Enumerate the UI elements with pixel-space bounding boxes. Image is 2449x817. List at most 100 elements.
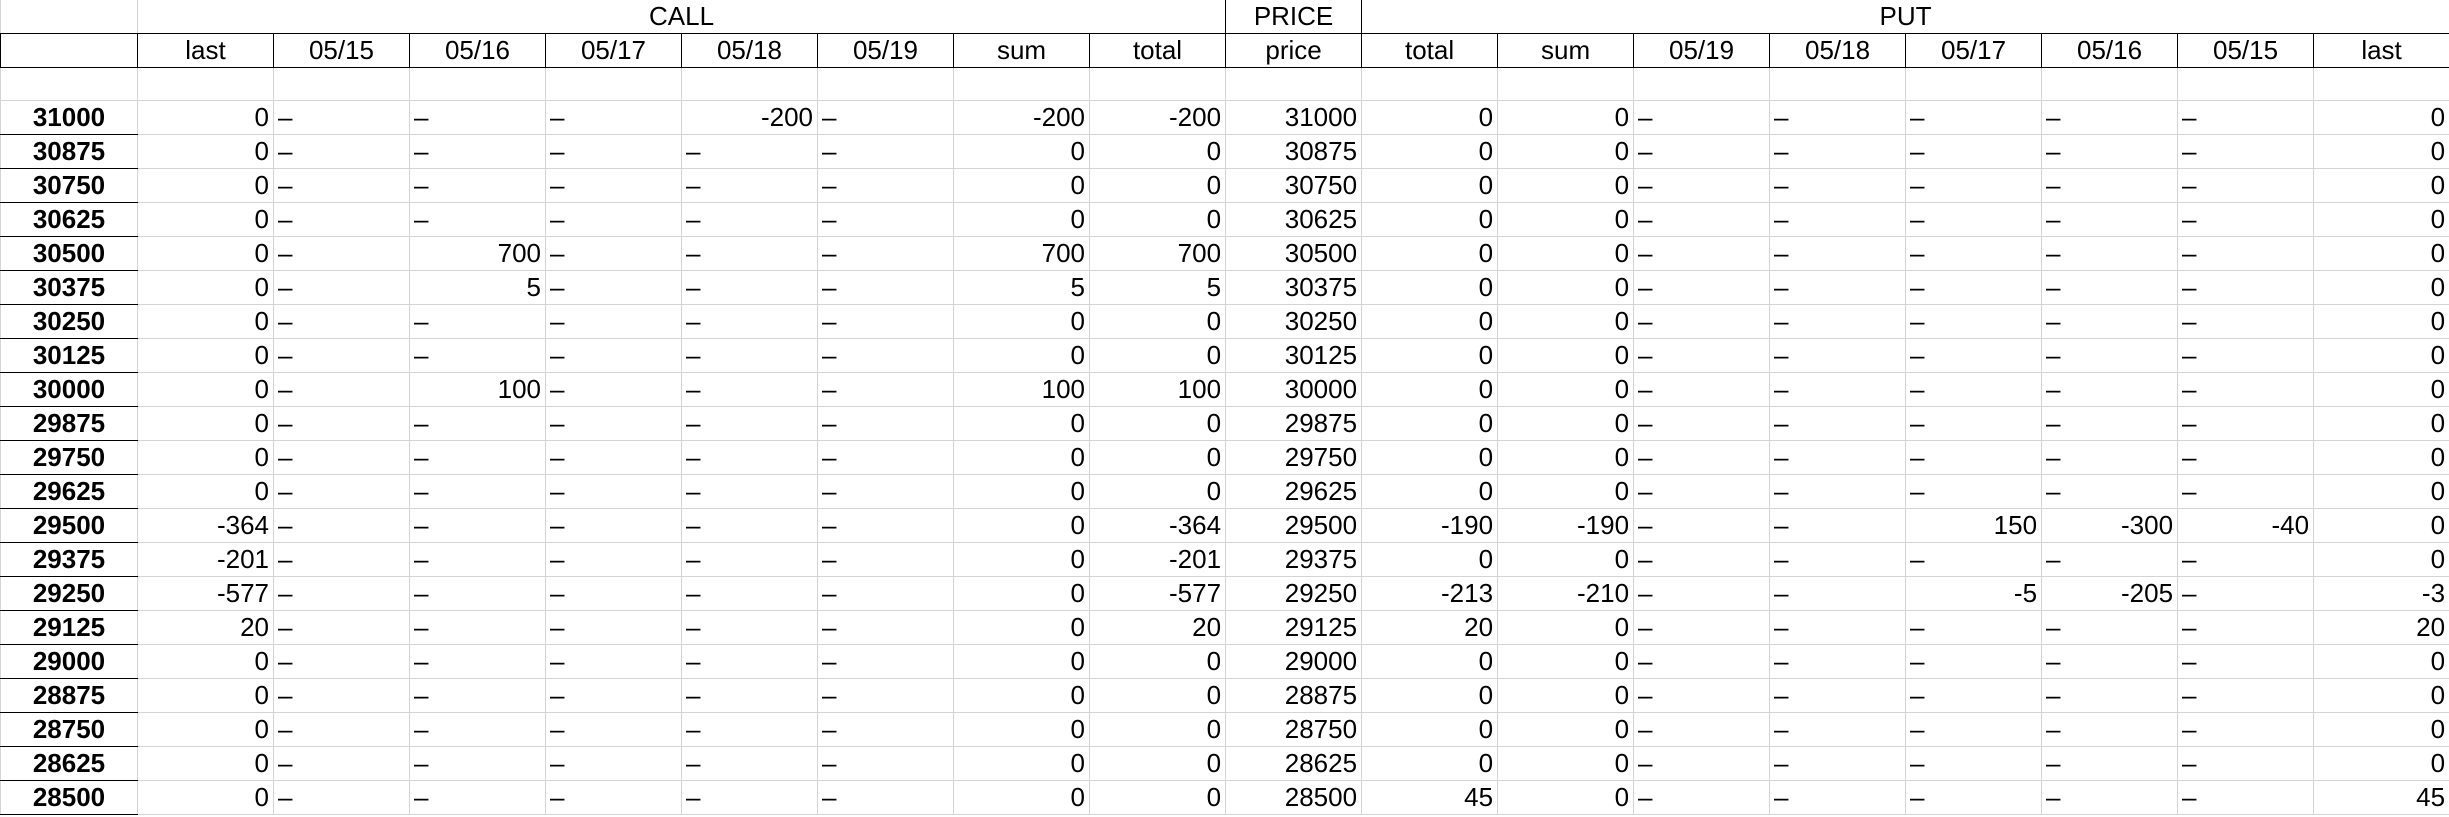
table-cell[interactable]: 0	[1361, 542, 1499, 577]
table-cell[interactable]: –	[545, 270, 682, 305]
table-cell[interactable]: –	[273, 270, 410, 305]
column-header[interactable]: 05/15	[2177, 33, 2315, 68]
table-cell[interactable]: –	[681, 576, 818, 611]
table-cell[interactable]: 0	[1361, 406, 1499, 441]
table-cell[interactable]: –	[545, 236, 682, 271]
table-cell[interactable]: –	[273, 100, 410, 135]
table-cell[interactable]: –	[2177, 270, 2315, 305]
price-cell[interactable]: 28750	[1225, 712, 1363, 747]
price-cell[interactable]: 29000	[1225, 644, 1363, 679]
table-cell[interactable]: 0	[2313, 508, 2449, 543]
row-header[interactable]: 30500	[0, 236, 138, 271]
table-cell[interactable]: 0	[1088, 134, 1227, 169]
table-cell[interactable]: 0	[1088, 304, 1227, 339]
row-header[interactable]: 29625	[0, 474, 138, 509]
table-cell[interactable]: –	[1905, 236, 2043, 271]
table-cell[interactable]: –	[409, 474, 546, 509]
table-cell[interactable]: –	[2177, 168, 2315, 203]
table-cell[interactable]: 0	[2313, 304, 2449, 339]
table-cell[interactable]: –	[2041, 712, 2179, 747]
table-cell[interactable]: 0	[2313, 712, 2449, 747]
table-cell[interactable]: –	[817, 542, 954, 577]
column-header[interactable]: sum	[1497, 33, 1635, 68]
blank-cell[interactable]	[2177, 67, 2315, 101]
table-cell[interactable]: –	[681, 780, 818, 815]
table-cell[interactable]: –	[1633, 270, 1771, 305]
table-cell[interactable]: –	[681, 372, 818, 407]
table-cell[interactable]: –	[2177, 474, 2315, 509]
table-cell[interactable]: –	[817, 406, 954, 441]
table-cell[interactable]: –	[545, 508, 682, 543]
table-cell[interactable]: –	[545, 100, 682, 135]
table-cell[interactable]: –	[545, 168, 682, 203]
table-cell[interactable]: –	[2041, 542, 2179, 577]
table-cell[interactable]: –	[1633, 202, 1771, 237]
table-cell[interactable]: –	[2041, 100, 2179, 135]
table-cell[interactable]: –	[545, 542, 682, 577]
row-header[interactable]: 30625	[0, 202, 138, 237]
column-header[interactable]: 05/15	[273, 33, 410, 68]
table-cell[interactable]: 100	[1088, 372, 1227, 407]
table-cell[interactable]: –	[2041, 644, 2179, 679]
table-cell[interactable]: 0	[953, 338, 1090, 373]
table-cell[interactable]: –	[545, 746, 682, 781]
table-cell[interactable]: –	[1905, 168, 2043, 203]
table-cell[interactable]: 0	[953, 678, 1090, 713]
table-cell[interactable]: 0	[2313, 202, 2449, 237]
table-cell[interactable]: 0	[953, 542, 1090, 577]
table-cell[interactable]: 0	[1361, 474, 1499, 509]
table-cell[interactable]: –	[817, 474, 954, 509]
table-cell[interactable]: 0	[953, 168, 1090, 203]
table-cell[interactable]: –	[1769, 712, 1907, 747]
table-cell[interactable]: 20	[137, 610, 274, 645]
blank-cell[interactable]	[1225, 67, 1363, 101]
table-cell[interactable]: –	[2041, 746, 2179, 781]
table-cell[interactable]: –	[1769, 644, 1907, 679]
row-header[interactable]: 28750	[0, 712, 138, 747]
table-cell[interactable]: 0	[1497, 610, 1635, 645]
table-cell[interactable]: –	[1633, 338, 1771, 373]
table-cell[interactable]: 0	[953, 508, 1090, 543]
table-cell[interactable]: –	[681, 236, 818, 271]
table-cell[interactable]: –	[273, 202, 410, 237]
table-cell[interactable]: 5	[409, 270, 546, 305]
table-cell[interactable]: –	[817, 746, 954, 781]
table-cell[interactable]: 0	[953, 576, 1090, 611]
table-cell[interactable]: –	[1633, 372, 1771, 407]
table-cell[interactable]: –	[409, 440, 546, 475]
column-header[interactable]: last	[137, 33, 274, 68]
price-cell[interactable]: 30000	[1225, 372, 1363, 407]
table-cell[interactable]: 0	[1497, 746, 1635, 781]
table-cell[interactable]: –	[273, 712, 410, 747]
table-cell[interactable]: 0	[953, 406, 1090, 441]
blank-cell[interactable]	[1497, 67, 1635, 101]
table-cell[interactable]: 0	[137, 338, 274, 373]
table-cell[interactable]: –	[409, 644, 546, 679]
table-cell[interactable]: 0	[1497, 168, 1635, 203]
table-cell[interactable]: 5	[1088, 270, 1227, 305]
table-cell[interactable]: –	[545, 372, 682, 407]
blank-cell[interactable]	[409, 67, 546, 101]
table-cell[interactable]: –	[273, 542, 410, 577]
table-cell[interactable]: –	[2177, 644, 2315, 679]
table-cell[interactable]: –	[1769, 746, 1907, 781]
table-cell[interactable]: 0	[2313, 236, 2449, 271]
table-cell[interactable]: –	[1769, 440, 1907, 475]
table-cell[interactable]: –	[681, 542, 818, 577]
blank-cell[interactable]	[137, 67, 274, 101]
table-cell[interactable]: -210	[1497, 576, 1635, 611]
table-cell[interactable]: 0	[1361, 372, 1499, 407]
table-cell[interactable]: –	[409, 304, 546, 339]
table-cell[interactable]: 0	[1361, 270, 1499, 305]
table-cell[interactable]: 700	[1088, 236, 1227, 271]
table-cell[interactable]: –	[1769, 100, 1907, 135]
column-header[interactable]: 05/16	[409, 33, 546, 68]
table-cell[interactable]: 0	[137, 746, 274, 781]
table-cell[interactable]: –	[817, 678, 954, 713]
table-cell[interactable]: –	[1905, 304, 2043, 339]
column-header[interactable]: 05/19	[1633, 33, 1771, 68]
table-cell[interactable]: –	[2041, 270, 2179, 305]
table-cell[interactable]: –	[273, 338, 410, 373]
table-cell[interactable]: –	[1905, 372, 2043, 407]
table-cell[interactable]: –	[1769, 610, 1907, 645]
